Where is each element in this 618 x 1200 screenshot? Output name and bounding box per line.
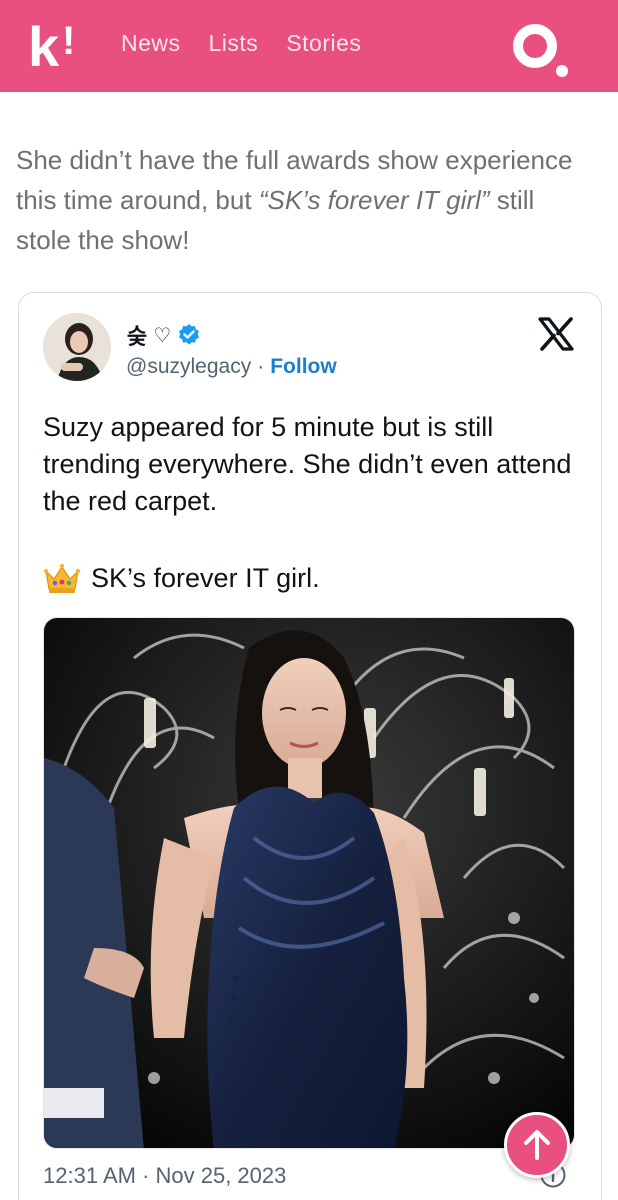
top-navigation-bar: k ! News Lists Stories: [0, 0, 618, 92]
tweet-author-row: 숮 ♡: [127, 319, 201, 351]
tweet-timestamp[interactable]: 12:31 AM · Nov 25, 2023: [43, 1163, 286, 1189]
follow-link[interactable]: Follow: [270, 355, 337, 379]
main-nav: News Lists Stories: [121, 30, 361, 57]
search-icon[interactable]: [507, 22, 575, 80]
embedded-tweet-card[interactable]: 숮 ♡ @suzylegacy · Follow Suzy appeared f…: [18, 292, 602, 1200]
author-name[interactable]: 숮: [127, 319, 147, 351]
lead-quote: “SK’s forever IT girl”: [258, 185, 490, 215]
arrow-up-icon: [524, 1130, 550, 1160]
svg-text:!: !: [62, 19, 75, 63]
nav-news[interactable]: News: [121, 30, 181, 57]
x-logo-icon[interactable]: [538, 317, 574, 351]
scroll-to-top-button[interactable]: [504, 1112, 570, 1178]
crown-emoji-icon: [43, 563, 81, 593]
separator-dot: ·: [257, 355, 265, 378]
heart-icon: ♡: [153, 324, 172, 347]
tweet-photo[interactable]: [43, 617, 575, 1149]
tweet-body: Suzy appeared for 5 minute but is still …: [43, 409, 583, 520]
nav-lists[interactable]: Lists: [209, 30, 259, 57]
tweet-crown-line: SK’s forever IT girl.: [43, 561, 320, 595]
article-lead-paragraph: She didn’t have the full awards show exp…: [16, 140, 576, 260]
svg-text:k: k: [28, 16, 60, 74]
tweet-photo-image: [44, 618, 574, 1148]
tweet-text: Suzy appeared for 5 minute but is still …: [43, 412, 572, 516]
avatar[interactable]: [43, 313, 111, 381]
crown-text: SK’s forever IT girl.: [91, 562, 320, 593]
nav-stories[interactable]: Stories: [286, 30, 361, 57]
author-handle[interactable]: @suzylegacy: [126, 355, 251, 379]
koreaboo-logo-icon[interactable]: k !: [28, 16, 88, 74]
tweet-handle-row: @suzylegacy · Follow: [126, 355, 337, 379]
avatar-image: [43, 313, 111, 381]
verified-badge-icon: [179, 324, 200, 345]
